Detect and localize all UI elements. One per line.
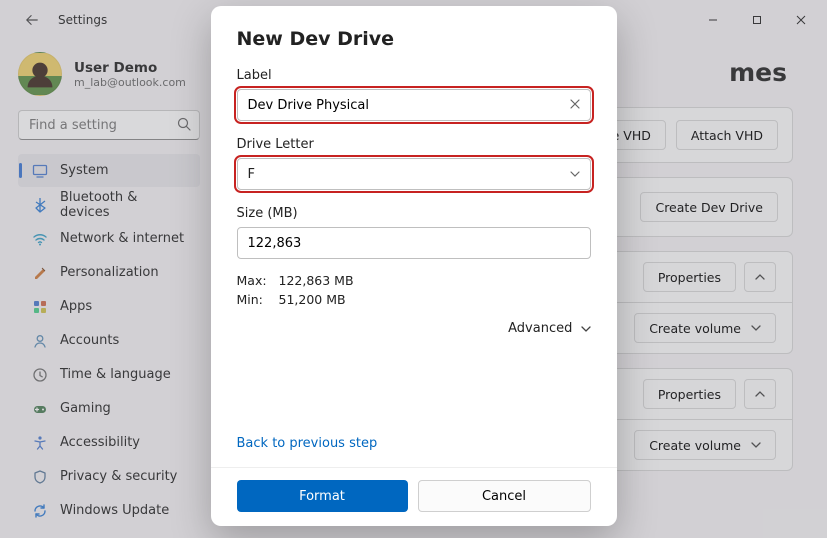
min-label: Min: xyxy=(237,292,279,307)
size-label: Size (MB) xyxy=(237,206,591,221)
advanced-toggle[interactable]: Advanced xyxy=(237,321,591,336)
dialog-title: New Dev Drive xyxy=(237,28,591,50)
dialog-footer: Format Cancel xyxy=(211,467,617,512)
drive-letter-label: Drive Letter xyxy=(237,137,591,152)
chevron-down-icon xyxy=(570,169,580,179)
new-dev-drive-dialog: New Dev Drive Label Drive Letter F Size … xyxy=(211,6,617,526)
close-icon xyxy=(569,98,581,110)
drive-letter-select[interactable]: F xyxy=(237,158,591,190)
chevron-down-icon xyxy=(581,324,591,334)
label-field-label: Label xyxy=(237,68,591,83)
max-label: Max: xyxy=(237,273,279,288)
size-limits: Max: 122,863 MB Min: 51,200 MB xyxy=(237,273,591,307)
back-to-previous-step-link[interactable]: Back to previous step xyxy=(237,436,591,451)
size-input[interactable] xyxy=(237,227,591,259)
label-input[interactable] xyxy=(237,89,591,121)
drive-letter-value: F xyxy=(248,167,255,182)
format-button[interactable]: Format xyxy=(237,480,408,512)
max-value: 122,863 MB xyxy=(279,273,591,288)
cancel-button[interactable]: Cancel xyxy=(418,480,591,512)
min-value: 51,200 MB xyxy=(279,292,591,307)
clear-label-button[interactable] xyxy=(567,96,583,116)
